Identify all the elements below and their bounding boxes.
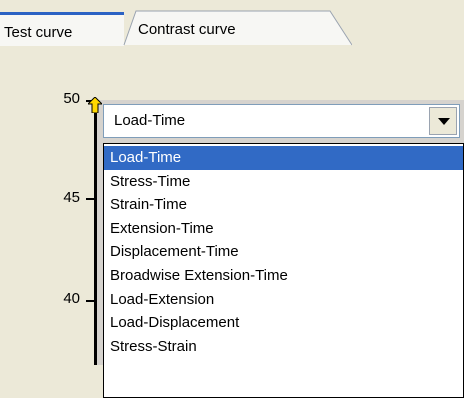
chart-panel: 50 45 40 Load-Time Load-Time Stress-Time… (0, 46, 464, 398)
y-tick-label: 50 (63, 90, 80, 107)
tab-contrast-curve-label: Contrast curve (138, 21, 236, 38)
dropdown-button[interactable] (429, 107, 457, 135)
tab-test-curve[interactable]: Test curve (0, 12, 124, 46)
y-tick-label: 45 (63, 189, 80, 206)
y-axis-line (94, 100, 97, 365)
option-load-displacement[interactable]: Load-Displacement (104, 311, 463, 335)
tab-contrast-curve[interactable]: Contrast curve (114, 10, 352, 46)
option-extension-time[interactable]: Extension-Time (104, 217, 463, 241)
tab-test-curve-label: Test curve (4, 24, 73, 41)
y-tick (86, 300, 96, 302)
axis-arrow-marker-icon (86, 96, 104, 117)
chevron-down-icon (438, 118, 450, 125)
option-displacement-time[interactable]: Displacement-Time (104, 240, 463, 264)
option-stress-time[interactable]: Stress-Time (104, 170, 463, 194)
option-broadwise-extension-time[interactable]: Broadwise Extension-Time (104, 264, 463, 288)
option-load-time[interactable]: Load-Time (104, 146, 463, 170)
curve-type-dropdown-list: Load-Time Stress-Time Strain-Time Extens… (103, 143, 464, 398)
curve-type-select[interactable]: Load-Time (103, 104, 460, 138)
option-strain-time[interactable]: Strain-Time (104, 193, 463, 217)
y-tick-label: 40 (63, 290, 80, 307)
option-stress-strain[interactable]: Stress-Strain (104, 335, 463, 359)
tab-bar: Test curve Contrast curve (0, 0, 464, 46)
option-load-extension[interactable]: Load-Extension (104, 288, 463, 312)
y-tick (86, 198, 96, 200)
curve-type-selected-value: Load-Time (114, 112, 186, 129)
